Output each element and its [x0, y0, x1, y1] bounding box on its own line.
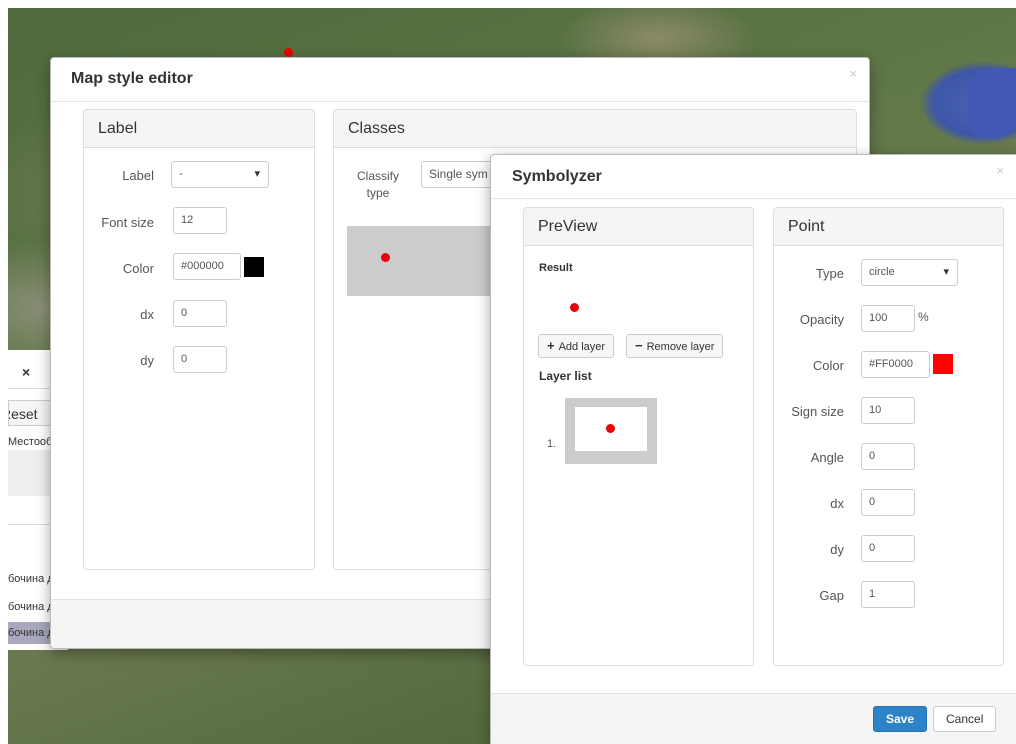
point-dy-input[interactable]: 0	[861, 535, 915, 562]
color-label: Color	[122, 261, 154, 276]
type-select[interactable]: circle	[861, 259, 958, 286]
lake-shape	[968, 68, 1016, 138]
layer-list-label: Layer list	[539, 369, 592, 383]
map-point-marker[interactable]	[284, 48, 293, 57]
divider	[51, 101, 869, 102]
point-color-swatch[interactable]	[933, 354, 953, 374]
minus-icon: −	[635, 338, 643, 353]
preview-panel: PreView Result + Add layer − Remove layer …	[523, 207, 754, 666]
close-icon[interactable]: ×	[996, 163, 1004, 178]
divider	[491, 198, 1016, 199]
angle-label: Angle	[810, 450, 844, 465]
angle-input[interactable]: 0	[861, 443, 915, 470]
layer-thumbnail-canvas	[575, 407, 647, 451]
label-color-input[interactable]: #000000	[173, 253, 241, 280]
panel-heading: Classes	[334, 110, 856, 148]
panel-heading: Point	[774, 208, 1003, 246]
plus-icon: +	[547, 338, 555, 353]
sign-size-label: Sign size	[791, 404, 844, 419]
dialog-footer: Save Cancel	[491, 693, 1016, 744]
panel-heading: Label	[84, 110, 314, 148]
point-symbol	[381, 253, 390, 262]
remove-layer-button[interactable]: − Remove layer	[626, 334, 724, 358]
label-color-swatch[interactable]	[244, 257, 264, 277]
save-button[interactable]: Save	[873, 706, 928, 732]
opacity-label: Opacity	[799, 312, 844, 327]
label-dy-input[interactable]: 0	[173, 346, 227, 373]
type-label: Type	[815, 266, 844, 281]
percent-unit: %	[918, 310, 929, 324]
opacity-input[interactable]: 100	[861, 305, 915, 332]
dy-label: dy	[830, 542, 844, 557]
label-dx-input[interactable]: 0	[173, 300, 227, 327]
dy-label: dy	[140, 353, 154, 368]
result-label: Result	[539, 262, 573, 274]
gap-input[interactable]: 1	[861, 581, 915, 608]
point-color-input[interactable]: #FF0000	[861, 351, 930, 378]
result-point-symbol	[570, 303, 579, 312]
layer-point-symbol	[606, 424, 615, 433]
cancel-button[interactable]: Cancel	[933, 706, 997, 732]
class-symbol-preview[interactable]	[347, 226, 507, 296]
point-panel: Point Type circle Opacity 100 % Color #F…	[773, 207, 1004, 666]
add-layer-button[interactable]: + Add layer	[538, 334, 615, 358]
panel-heading: PreView	[524, 208, 753, 246]
label-field-label: Label	[122, 168, 154, 183]
close-icon[interactable]: ×	[22, 364, 30, 380]
font-size-label: Font size	[101, 215, 154, 230]
classify-type-label: Classify type	[356, 169, 399, 200]
dialog-title: Map style editor	[71, 70, 193, 87]
font-size-input[interactable]: 12	[173, 207, 227, 234]
close-icon[interactable]: ×	[849, 66, 857, 81]
gap-label: Gap	[819, 588, 844, 603]
color-label: Color	[812, 358, 844, 373]
layer-index: 1.	[547, 438, 557, 450]
dx-label: dx	[830, 496, 844, 511]
symbolyzer-dialog: Symbolyzer × PreView Result + Add layer −…	[490, 154, 1016, 744]
dialog-title: Symbolyzer	[512, 168, 602, 185]
label-panel: Label Label - Font size 12 Color #000000…	[83, 109, 315, 570]
sign-size-input[interactable]: 10	[861, 397, 915, 424]
dx-label: dx	[140, 307, 154, 322]
point-dx-input[interactable]: 0	[861, 489, 915, 516]
layer-thumbnail[interactable]	[565, 398, 657, 464]
label-select[interactable]: -	[171, 161, 269, 188]
